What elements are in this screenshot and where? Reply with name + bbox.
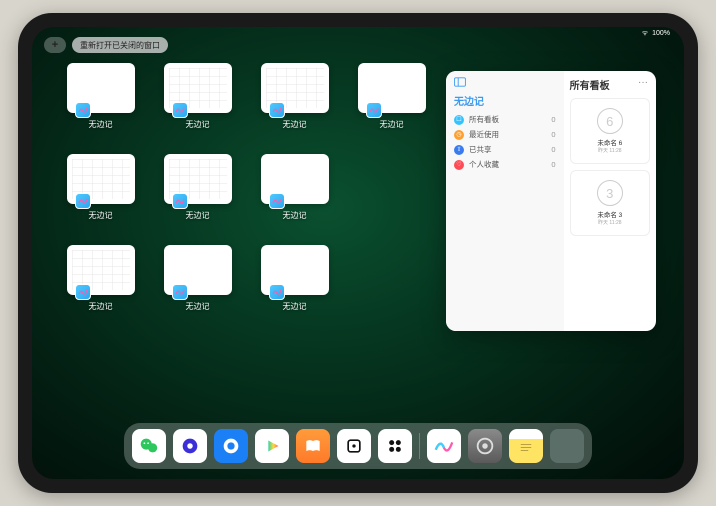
dock-icon-freeform[interactable] [427, 429, 461, 463]
board-card[interactable]: 6 未命名 6 昨天 11:28 [570, 98, 650, 164]
status-bar: ᯤ 100% [642, 29, 670, 38]
board-date: 昨天 11:28 [598, 219, 622, 226]
wifi-icon: ᯤ [642, 29, 648, 38]
freeform-app-icon [75, 193, 91, 209]
battery-text: 100% [652, 30, 670, 37]
thumb-label: 无边记 [283, 119, 307, 130]
thumb-card [261, 245, 329, 295]
dock-separator [419, 433, 420, 459]
category-icon: ⇧ [454, 145, 464, 155]
category-row[interactable]: ☐ 所有看板 0 [454, 114, 556, 125]
window-thumb[interactable]: 无边记 [60, 154, 141, 235]
category-icon: ♡ [454, 160, 464, 170]
window-thumb[interactable]: 无边记 [157, 63, 238, 144]
window-thumb[interactable]: 无边记 [60, 245, 141, 326]
freeform-app-icon [172, 102, 188, 118]
dock-icon-notes[interactable] [509, 429, 543, 463]
category-count: 0 [551, 115, 555, 124]
category-label: 个人收藏 [469, 159, 499, 170]
ipad-frame: ᯤ 100% + 重新打开已关闭的窗口 无边记无边记无边记无边记无边记无边记无边… [18, 13, 698, 493]
thumb-label: 无边记 [186, 210, 210, 221]
screen: ᯤ 100% + 重新打开已关闭的窗口 无边记无边记无边记无边记无边记无边记无边… [32, 27, 684, 479]
popover-sidebar: 无边记 ☐ 所有看板 0◷ 最近使用 0⇧ 已共享 0♡ 个人收藏 0 [446, 71, 564, 331]
thumb-card [164, 63, 232, 113]
board-name: 未命名 3 [597, 209, 622, 219]
category-label: 所有看板 [469, 114, 499, 125]
dock-icon-quark[interactable] [173, 429, 207, 463]
thumb-card [164, 154, 232, 204]
freeform-app-icon [172, 284, 188, 300]
board-card[interactable]: 3 未命名 3 昨天 11:28 [570, 170, 650, 236]
board-date: 昨天 11:28 [598, 147, 622, 154]
popover-header [454, 77, 556, 87]
window-thumb[interactable]: 无边记 [157, 245, 238, 326]
category-row[interactable]: ◷ 最近使用 0 [454, 129, 556, 140]
window-grid: 无边记无边记无边记无边记无边记无边记无边记无边记无边记无边记无边记无边记 [60, 63, 432, 417]
dock-icon-wechat[interactable] [132, 429, 166, 463]
thumb-label: 无边记 [89, 301, 113, 312]
window-thumb[interactable]: 无边记 [157, 154, 238, 235]
thumb-card [67, 154, 135, 204]
thumb-card [261, 154, 329, 204]
board-sketch: 6 [597, 108, 623, 134]
dock-icon-play[interactable] [255, 429, 289, 463]
sidebar-icon [454, 77, 466, 87]
freeform-popover: ··· 无边记 ☐ 所有看板 0◷ 最近使用 0⇧ 已共享 0♡ 个人收藏 0 … [446, 71, 656, 331]
thumb-label: 无边记 [186, 119, 210, 130]
freeform-app-icon [172, 193, 188, 209]
category-count: 0 [551, 145, 555, 154]
freeform-app-icon [75, 284, 91, 300]
more-icon[interactable]: ··· [638, 77, 648, 88]
thumb-label: 无边记 [89, 210, 113, 221]
dock-icon-browser[interactable] [214, 429, 248, 463]
window-thumb[interactable]: 无边记 [351, 63, 432, 144]
dock-icon-folder[interactable] [550, 429, 584, 463]
category-row[interactable]: ⇧ 已共享 0 [454, 144, 556, 155]
thumb-card [261, 63, 329, 113]
freeform-app-icon [269, 284, 285, 300]
freeform-app-icon [269, 102, 285, 118]
category-count: 0 [551, 160, 555, 169]
freeform-app-icon [366, 102, 382, 118]
category-list: ☐ 所有看板 0◷ 最近使用 0⇧ 已共享 0♡ 个人收藏 0 [454, 114, 556, 170]
popover-left-title: 无边记 [454, 93, 556, 108]
window-thumb[interactable]: 无边记 [254, 63, 335, 144]
top-bar: + 重新打开已关闭的窗口 [44, 37, 168, 53]
add-button[interactable]: + [44, 37, 66, 53]
category-row[interactable]: ♡ 个人收藏 0 [454, 159, 556, 170]
category-icon: ◷ [454, 130, 464, 140]
dock-icon-app-b[interactable] [378, 429, 412, 463]
content-area: 无边记无边记无边记无边记无边记无边记无边记无边记无边记无边记无边记无边记 ···… [60, 63, 656, 417]
freeform-app-icon [269, 193, 285, 209]
thumb-label: 无边记 [283, 210, 307, 221]
thumb-card [358, 63, 426, 113]
board-sketch: 3 [597, 180, 623, 206]
window-thumb[interactable]: 无边记 [254, 245, 335, 326]
thumb-card [164, 245, 232, 295]
freeform-app-icon [75, 102, 91, 118]
dock-icon-books[interactable] [296, 429, 330, 463]
thumb-card [67, 245, 135, 295]
thumb-label: 无边记 [283, 301, 307, 312]
popover-boards: 所有看板 6 未命名 6 昨天 11:283 未命名 3 昨天 11:28 [564, 71, 656, 331]
category-label: 最近使用 [469, 129, 499, 140]
window-thumb[interactable]: 无边记 [60, 63, 141, 144]
category-icon: ☐ [454, 115, 464, 125]
dock [124, 423, 592, 469]
thumb-label: 无边记 [186, 301, 210, 312]
category-count: 0 [551, 130, 555, 139]
board-name: 未命名 6 [597, 137, 622, 147]
window-thumb[interactable]: 无边记 [254, 154, 335, 235]
reopen-closed-window-button[interactable]: 重新打开已关闭的窗口 [72, 37, 168, 53]
thumb-card [67, 63, 135, 113]
dock-icon-app-a[interactable] [337, 429, 371, 463]
dock-icon-settings[interactable] [468, 429, 502, 463]
thumb-label: 无边记 [89, 119, 113, 130]
thumb-label: 无边记 [380, 119, 404, 130]
category-label: 已共享 [469, 144, 492, 155]
